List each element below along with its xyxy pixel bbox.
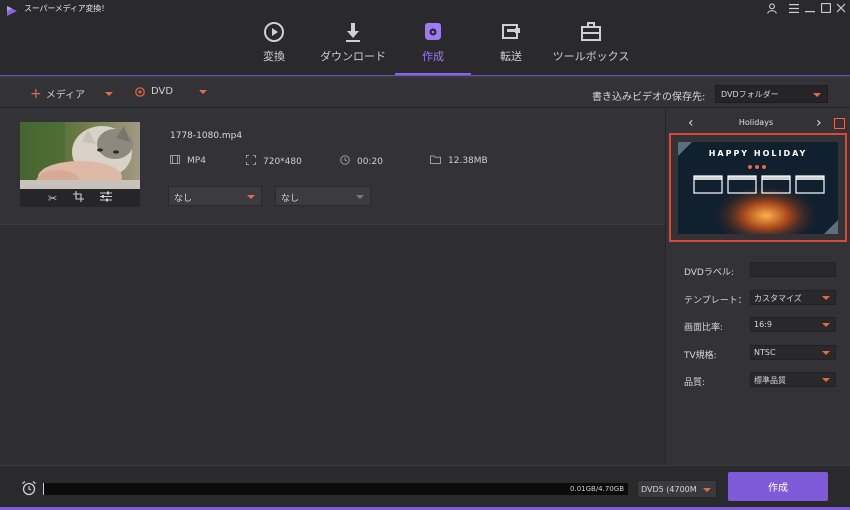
save-destination-select[interactable]: DVDフォルダー [715, 85, 828, 103]
minimize-icon[interactable] [802, 0, 818, 16]
disc-usage-fill [43, 483, 44, 495]
audio-track-select[interactable]: なし [275, 186, 371, 206]
film-icon [170, 155, 180, 167]
chevron-down-icon [703, 488, 711, 492]
edit-template-icon[interactable] [834, 118, 845, 129]
media-list: ✂ 1778-1080.mp4 MP4 720*480 00:20 12.38M… [0, 108, 665, 465]
resolution-icon [246, 155, 256, 168]
toolbox-icon [581, 22, 601, 41]
kitten-thumbnail[interactable] [20, 122, 140, 189]
media-filename: 1778-1080.mp4 [170, 131, 243, 141]
close-icon[interactable] [833, 0, 849, 16]
convert-icon [264, 22, 284, 42]
bottom-bar: 0.01GB/4.70GB DVD5 (4700M 作成 [0, 465, 850, 510]
template-preview-frame[interactable]: HAPPY HOLIDAY [669, 133, 847, 242]
template-preview-title: HAPPY HOLIDAY [708, 149, 808, 158]
add-dvd-label: DVD [151, 86, 174, 97]
list-item[interactable]: ✂ 1778-1080.mp4 MP4 720*480 00:20 12.38M… [0, 108, 665, 225]
maximize-icon[interactable] [818, 0, 834, 16]
format-value: MP4 [187, 156, 206, 166]
duration-info: 00:20 [340, 155, 383, 168]
aspect-ratio-label: 画面比率: [684, 323, 724, 333]
template-preview: HAPPY HOLIDAY [678, 142, 838, 234]
chevron-down-icon [822, 378, 830, 382]
chevron-down-icon [822, 296, 830, 300]
plus-icon: + [30, 85, 42, 102]
quality-select[interactable]: 標準品質 [750, 372, 836, 387]
tv-standard-label: TV規格: [684, 351, 717, 361]
disc-usage-text: 0.01GB/4.70GB [570, 485, 624, 493]
tv-standard-value: NTSC [754, 348, 776, 357]
tab-create-label: 作成 [422, 50, 444, 63]
subtitle-value: なし [174, 194, 193, 204]
chevron-right-icon[interactable]: › [816, 115, 822, 131]
aspect-ratio-select[interactable]: 16:9 [750, 317, 836, 332]
disc-type-select[interactable]: DVD5 (4700M [637, 480, 717, 498]
add-media-button[interactable]: + メディア [30, 85, 114, 102]
tv-standard-select[interactable]: NTSC [750, 345, 836, 360]
thumbnail-toolbar: ✂ [20, 189, 140, 207]
chevron-down-icon [822, 323, 830, 327]
app-logo-icon [7, 6, 17, 16]
filesize-value: 12.38MB [448, 156, 488, 166]
chevron-down-icon [247, 195, 255, 199]
download-icon [346, 23, 360, 42]
template-navigator: ‹ Holidays › [666, 115, 850, 131]
tab-download[interactable]: ダウンロード [320, 20, 386, 75]
app-window: スーパーメディア変換！ 変換 ダウンロード 作成 転送 ツールボックス + メデ… [0, 0, 850, 510]
chevron-down-icon [822, 351, 830, 355]
subtitle-select[interactable]: なし [168, 186, 262, 206]
template-select[interactable]: カスタマイズ [750, 290, 836, 305]
dvd-settings-panel: ‹ Holidays › HAPPY HOLIDAY DVDラベル: テンプレー… [665, 108, 850, 465]
tab-transfer[interactable]: 転送 [494, 20, 528, 75]
save-destination-label: 書き込みビデオの保存先: [592, 92, 706, 103]
aspect-ratio-value: 16:9 [754, 320, 772, 329]
dvd-label-label: DVDラベル: [684, 268, 734, 278]
title-bar: スーパーメディア変換！ 変換 ダウンロード 作成 転送 ツールボックス [0, 0, 850, 75]
template-value: カスタマイズ [754, 294, 802, 303]
create-button[interactable]: 作成 [728, 472, 828, 501]
resolution-value: 720*480 [263, 156, 302, 167]
alarm-clock-icon[interactable] [21, 480, 37, 496]
save-destination-value: DVDフォルダー [721, 90, 779, 99]
transfer-icon [502, 24, 520, 39]
clock-icon [340, 155, 350, 168]
user-icon[interactable] [764, 0, 780, 16]
menu-icon[interactable] [786, 0, 802, 16]
disc-usage-bar: 0.01GB/4.70GB [43, 483, 628, 495]
format-info: MP4 [170, 155, 206, 167]
tab-create[interactable]: 作成 [416, 20, 450, 75]
tab-toolbox[interactable]: ツールボックス [553, 20, 629, 75]
filesize-info: 12.38MB [430, 155, 488, 167]
dvd-label-input[interactable] [750, 262, 836, 277]
app-title: スーパーメディア変換！ [24, 4, 109, 13]
audio-track-value: なし [281, 194, 300, 204]
disc-icon [135, 86, 145, 97]
resolution-info: 720*480 [246, 155, 302, 168]
scissors-icon[interactable]: ✂ [48, 192, 57, 205]
tab-transfer-label: 転送 [500, 50, 522, 63]
duration-value: 00:20 [357, 156, 383, 167]
chevron-down-icon [813, 93, 821, 97]
disc-type-value: DVD5 (4700M [641, 485, 697, 494]
template-label: テンプレート： [684, 296, 747, 306]
tab-toolbox-label: ツールボックス [552, 50, 630, 63]
crop-icon[interactable] [73, 191, 85, 205]
chevron-down-icon [199, 89, 208, 94]
tab-convert-label: 変換 [263, 50, 285, 63]
add-dvd-button[interactable]: DVD [135, 86, 208, 97]
quality-label: 品質: [684, 378, 706, 388]
adjust-icon[interactable] [100, 191, 113, 205]
add-media-label: メディア [45, 90, 86, 101]
burn-disc-icon [425, 23, 441, 40]
quality-value: 標準品質 [754, 376, 786, 385]
tab-convert[interactable]: 変換 [258, 20, 290, 75]
chevron-down-icon [356, 195, 364, 199]
tab-download-label: ダウンロード [320, 50, 386, 63]
folder-icon [430, 155, 441, 167]
chevron-down-icon [105, 91, 114, 96]
